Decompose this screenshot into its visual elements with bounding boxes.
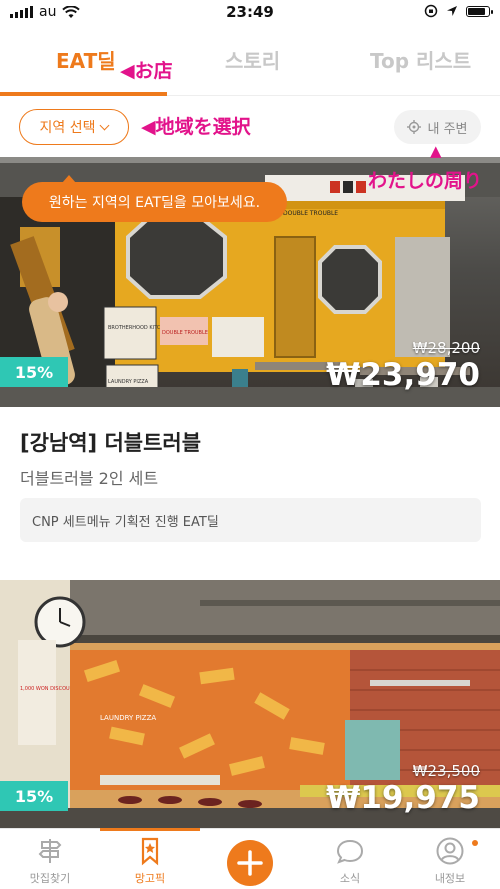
nearby-label: 내 주변 xyxy=(427,121,468,137)
original-price-2: ₩23,500 xyxy=(412,762,480,780)
region-select-button[interactable]: 지역 선택 xyxy=(19,109,129,145)
tooltip-text: 원하는 지역의 EAT딜을 모아보세요. xyxy=(48,195,261,211)
chevron-down-icon xyxy=(100,120,110,130)
nav-news[interactable]: 소식 xyxy=(300,829,400,889)
annotation-nearby: わたしの周り xyxy=(368,170,483,192)
original-price: ₩28,200 xyxy=(412,339,480,357)
poster-laundry-pizza: LAUNDRY PIZZA xyxy=(108,379,149,385)
annotation-region: ◀地域を選択 xyxy=(141,116,251,138)
nav-news-label: 소식 xyxy=(339,872,361,885)
sign-laundry-pizza: LAUNDRY PIZZA xyxy=(100,714,156,722)
region-select-label: 지역 선택 xyxy=(39,120,96,136)
user-icon xyxy=(436,837,464,865)
deal-subtitle: 더블트러블 2인 세트 xyxy=(20,469,159,488)
nav-my-info-label: 내정보 xyxy=(434,872,466,885)
deal-price: ₩23,970 xyxy=(326,357,480,393)
deal-price-2: ₩19,975 xyxy=(326,780,480,816)
nav-mango-pick[interactable]: 망고픽 xyxy=(100,829,200,889)
sign-double-trouble-wall: DOUBLE TROUBLE xyxy=(283,210,338,217)
discount-badge: 15% xyxy=(0,357,68,387)
active-tab-indicator xyxy=(0,92,167,96)
promo-text: CNP 세트메뉴 기획전 진행 EAT딜 xyxy=(32,514,219,530)
bottom-nav: 맛집찾기 망고픽 소식 내정보 xyxy=(0,828,500,889)
tab-eat-deal[interactable]: EAT딜 xyxy=(56,45,116,74)
notification-dot xyxy=(472,840,478,846)
signpost-icon xyxy=(38,839,62,863)
annotation-nearby-arrow: ▲ xyxy=(430,142,442,160)
location-arrow-icon xyxy=(447,6,457,16)
nav-find-restaurants[interactable]: 맛집찾기 xyxy=(0,829,100,889)
tab-top-list[interactable]: Top 리스트 xyxy=(370,45,471,74)
add-button[interactable] xyxy=(227,840,273,886)
promo-banner[interactable]: CNP 세트메뉴 기획전 진행 EAT딜 xyxy=(20,498,481,542)
region-tooltip: 원하는 지역의 EAT딜을 모아보세요. xyxy=(22,175,287,222)
nav-my-info[interactable]: 내정보 xyxy=(400,829,500,889)
top-tab-bar: EAT딜 스토리 Top 리스트 xyxy=(0,30,500,96)
sign-discount: 1,000 WON DISCOUNT! xyxy=(20,686,79,692)
crosshair-icon xyxy=(407,120,422,134)
bookmark-icon xyxy=(141,837,159,866)
status-bar: au 23:49 xyxy=(0,0,500,26)
nav-mango-pick-label: 망고픽 xyxy=(134,872,166,885)
nearby-button[interactable]: 내 주변 xyxy=(394,110,481,144)
annotation-tab: ◀お店 xyxy=(120,60,173,82)
poster-double-trouble: DOUBLE TROUBLE xyxy=(162,330,208,336)
orientation-lock-icon xyxy=(424,4,438,18)
tab-story[interactable]: 스토리 xyxy=(225,45,280,74)
battery-icon xyxy=(466,5,493,17)
nav-find-restaurants-label: 맛집찾기 xyxy=(29,872,71,885)
discount-badge-2: 15% xyxy=(0,781,68,811)
chat-bubble-icon xyxy=(336,839,364,864)
deal-title[interactable]: [강남역] 더블트러블 xyxy=(20,427,201,457)
plus-icon xyxy=(237,850,263,876)
